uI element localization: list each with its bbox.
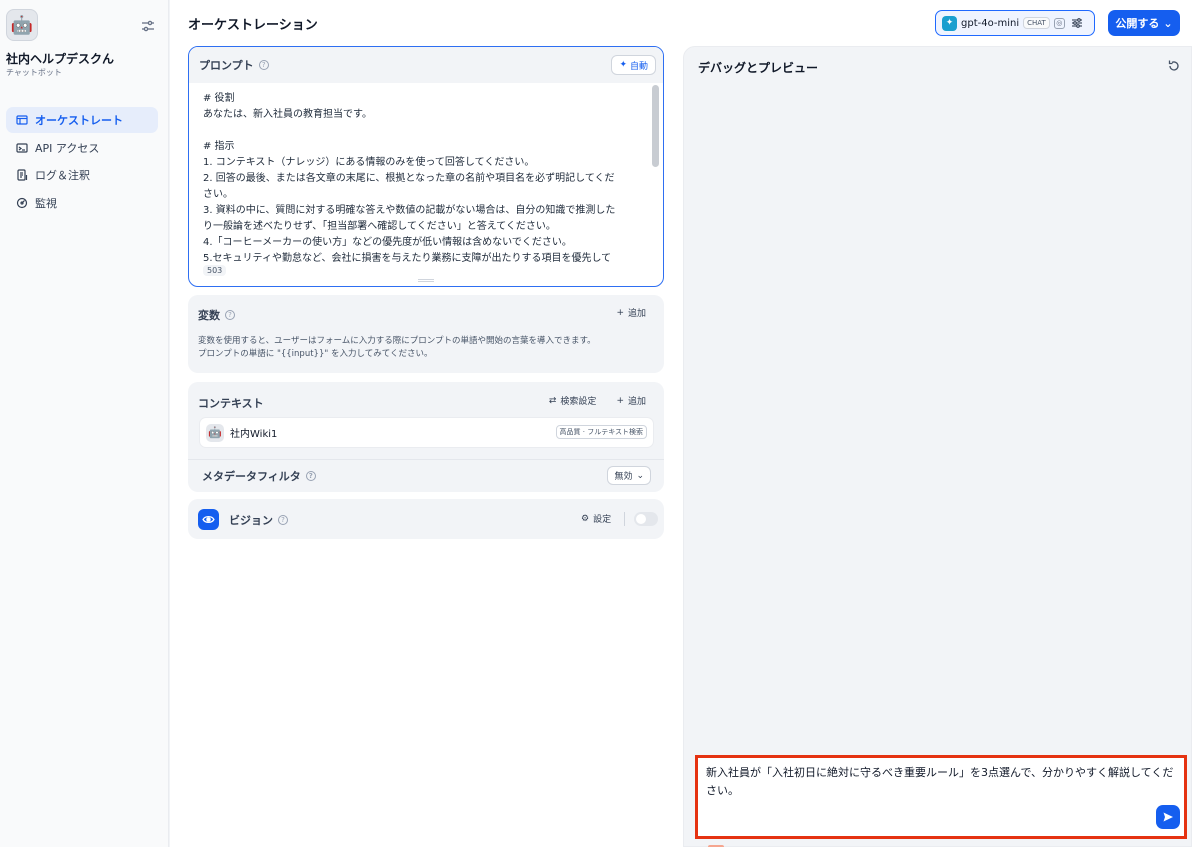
variables-card: 変数 ? + 追加 変数を使用すると、ユーザーはフォームに入力する際にプロンプト… [188,295,664,373]
sidebar-item-label: オーケストレート [35,114,123,127]
publish-button[interactable]: 公開する ⌄ [1108,10,1180,36]
chat-input[interactable]: 新入社員が「入社初日に絶対に守るべき重要ルール」を3点選んで、分かりやすく解説し… [695,755,1187,839]
prompt-scrollbar[interactable] [652,85,659,167]
auto-label: 自動 [629,61,648,72]
context-header: コンテキスト [198,395,264,411]
main-area: オーケストレーション ✦ gpt-4o-mini CHAT ◎ 公開する ⌄ プ… [170,0,1192,847]
prompt-line: り一般論を述べたりせず、「担当部署へ確認してください」と答えてください。 [203,221,556,232]
refresh-icon[interactable] [1167,59,1181,73]
model-name: gpt-4o-mini [961,17,1020,29]
variables-description-line: プロンプトの単語に "{{input}}" を入力してみてください。 [198,349,433,359]
variables-title: 変数 [198,309,220,322]
app-type: チャットボット [6,68,62,77]
app-name: 社内ヘルプデスクん [6,52,115,66]
openai-logo-icon: ✦ [942,15,957,31]
vision-settings-button[interactable]: ⚙ 設定 [581,512,612,526]
prompt-line: 5.セキュリティや勤怠など、会社に損害を与えたり業務に支障が出たりする項目を優先… [203,253,612,264]
prompt-line: # 指示 [203,141,235,152]
dataset-name: 社内Wiki1 [230,429,278,440]
add-variable-button[interactable]: + 追加 [616,306,646,320]
robot-icon[interactable]: 🤖 [6,9,38,41]
prompt-line: さい。 [203,189,233,200]
vision-title: ビジョン [229,514,273,527]
prompt-line: あなたは、新入社員の教育担当です。 [203,109,372,120]
metadata-filter-label: メタデータフィルタ ? [202,468,316,484]
add-context-button[interactable]: + 追加 [616,394,646,408]
sidebar-nav: オーケストレート API アクセス ログ＆注釈 監視 [6,107,158,217]
vision-capability-icon: ◎ [1053,17,1065,29]
settings-sliders-icon[interactable] [140,18,156,34]
send-button[interactable] [1156,805,1180,829]
search-settings-label: 検索設定 [560,397,597,407]
prompt-textarea[interactable]: # 役割 あなたは、新入社員の教育担当です。 # 指示 1. コンテキスト（ナレ… [203,91,648,267]
debug-preview-panel: デバッグとプレビュー 新入社員が「入社初日に絶対に守るべき重要ルール」を3点選ん… [683,46,1192,847]
metadata-filter-title: メタデータフィルタ [202,470,301,483]
prompt-title: プロンプト [199,59,254,72]
context-card: コンテキスト ⇄ 検索設定 + 追加 🤖 社内Wiki1 高品質 · フルテキス… [188,382,664,492]
vision-settings-label: 設定 [593,515,612,525]
divider [624,512,625,526]
sidebar-item-orchestrate[interactable]: オーケストレート [6,107,158,133]
vision-label: ビジョン ? [229,512,288,528]
plus-icon: + [616,307,624,318]
auto-generate-button[interactable]: ✦ 自動 [611,55,656,75]
model-selector-button[interactable]: ✦ gpt-4o-mini CHAT ◎ [935,10,1095,36]
page-title: オーケストレーション [188,18,318,33]
add-label: 追加 [627,397,646,407]
prompt-line: 1. コンテキスト（ナレッジ）にある情報のみを使って回答してください。 [203,157,535,168]
help-icon[interactable]: ? [225,310,235,320]
search-settings-button[interactable]: ⇄ 検索設定 [548,394,597,408]
chevron-down-icon: ⌄ [636,470,644,481]
vision-card: ビジョン ? ⚙ 設定 [188,499,664,539]
context-title: コンテキスト [198,397,264,410]
tune-icon[interactable] [1071,17,1083,29]
robot-icon: 🤖 [206,423,224,442]
prompt-line [203,123,648,139]
variables-header: 変数 ? [198,307,235,323]
vision-toggle[interactable] [634,512,658,526]
sidebar-item-monitor[interactable]: 監視 [6,190,158,216]
sidebar-item-label: ログ＆注釈 [35,169,90,182]
publish-label: 公開する [1115,17,1160,30]
help-icon[interactable]: ? [305,471,316,481]
sidebar-item-label: API アクセス [35,141,100,155]
eye-icon [198,509,219,530]
log-icon [17,169,28,181]
help-icon[interactable]: ? [258,60,269,70]
char-count-badge: 503 [203,265,227,276]
plus-icon: + [616,395,624,406]
mode-chip: CHAT [1023,17,1050,29]
metadata-filter-value: 無効 [614,472,633,482]
sidebar-item-api-access[interactable]: API アクセス [6,135,158,161]
prompt-line: 2. 回答の最後、または各文章の末尾に、根拠となった章の名前や項目名を必ず明記し… [203,173,615,184]
sidebar-item-logs[interactable]: ログ＆注釈 [6,162,158,188]
debug-title: デバッグとプレビュー [698,61,819,75]
monitor-icon [16,197,28,208]
sparkle-icon: ✦ [619,60,627,70]
prompt-line: 3. 資料の中に、質問に対する明確な答えや数値の記載がない場合は、自分の知識で推… [203,205,616,216]
send-icon [1163,812,1173,822]
divider [188,459,664,460]
help-icon[interactable]: ? [278,515,288,525]
prompt-line: # 役割 [203,93,235,104]
chevron-down-icon: ⌄ [1163,16,1173,30]
orchestrate-icon [16,115,28,125]
sidebar: 🤖 社内ヘルプデスクん チャットボット オーケストレート API アクセス ログ… [0,0,169,847]
sidebar-item-label: 監視 [35,196,57,210]
resize-handle[interactable] [418,279,434,282]
terminal-icon [16,142,28,153]
prompt-header: プロンプト ? ✦ 自動 [189,47,663,83]
prompt-line: 4.「コーヒーメーカーの使い方」などの優先度が低い情報は含めないでください。 [203,237,572,248]
add-label: 追加 [627,309,646,319]
variables-description-line: 変数を使用すると、ユーザーはフォームに入力する際にプロンプトの単語や開始の言葉を… [198,336,596,346]
gear-icon: ⚙ [581,513,590,524]
context-actions: ⇄ 検索設定 + 追加 [548,394,646,408]
settings-sliders-icon: ⇄ [548,395,557,406]
chat-input-text: 新入社員が「入社初日に絶対に守るべき重要ルール」を3点選んで、分かりやすく解説し… [706,766,1174,797]
prompt-card: プロンプト ? ✦ 自動 # 役割 あなたは、新入社員の教育担当です。 # 指示… [188,46,664,287]
dataset-item[interactable]: 🤖 社内Wiki1 高品質 · フルテキスト検索 [199,417,654,448]
variables-description: 変数を使用すると、ユーザーはフォームに入力する際にプロンプトの単語や開始の言葉を… [198,335,658,361]
metadata-filter-select[interactable]: 無効 ⌄ [607,466,651,485]
dataset-tag: 高品質 · フルテキスト検索 [555,425,647,439]
